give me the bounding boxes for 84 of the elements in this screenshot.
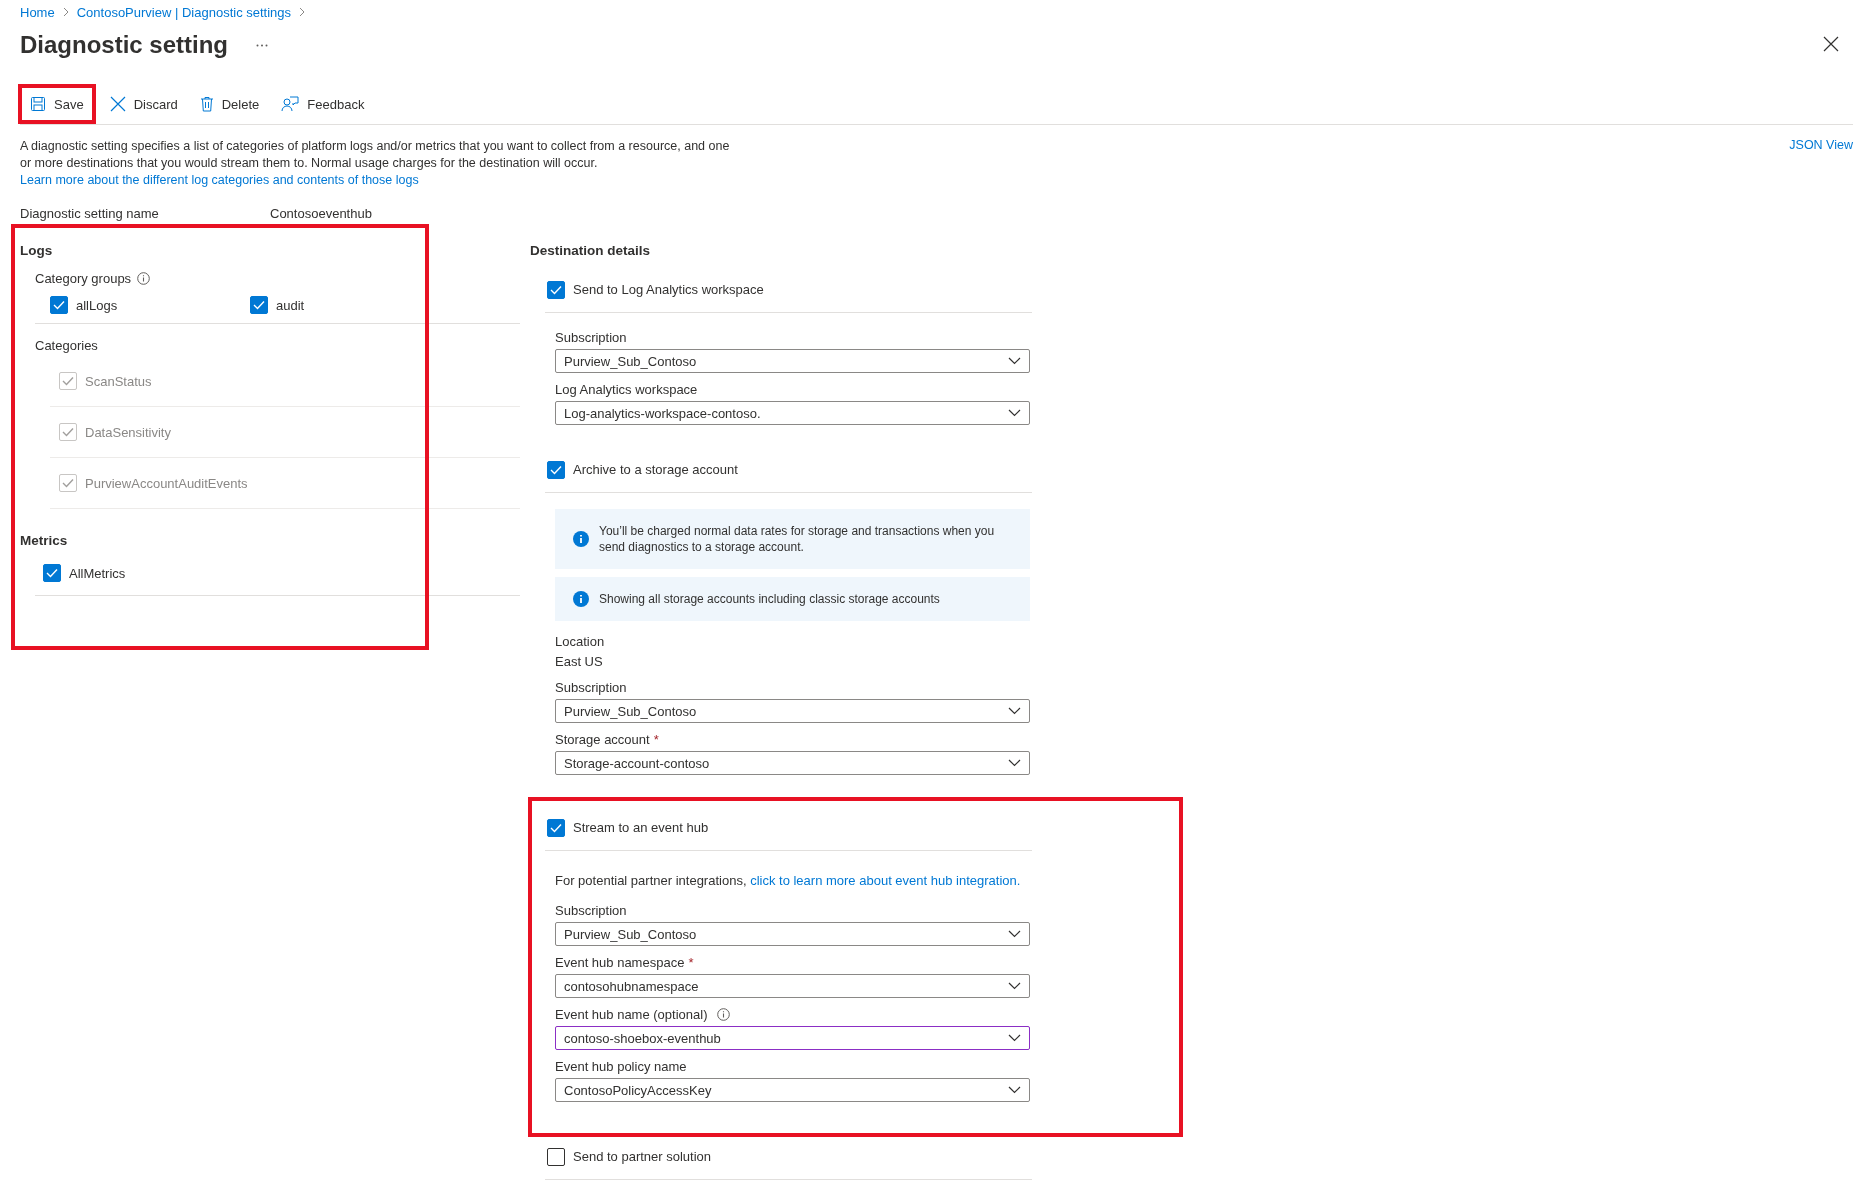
group-label: Categories — [35, 337, 98, 353]
checkbox[interactable] — [547, 1147, 565, 1166]
learn-more-link[interactable]: click to learn more about event hub integration. — [750, 873, 1021, 888]
checkmark-icon — [253, 300, 265, 310]
dropdown[interactable]: Purview_Sub_Contoso — [555, 922, 1030, 946]
feedback-icon — [281, 96, 300, 112]
info-icon — [573, 591, 589, 607]
field-label: Event hub namespace — [555, 954, 685, 970]
field-label: Subscription — [555, 679, 627, 695]
description-text: A diagnostic setting specifies a list of categories of platform logs and/or metrics that you want to collect from a resource, and one or more destinations that you would stream them to. Normal usage charges for the destination will occur. Learn more about the different log categories and contents of those logs — [20, 138, 731, 189]
save-icon — [30, 96, 46, 112]
checkbox-label: AllMetrics — [69, 565, 126, 581]
checkbox-label: Archive to a storage account — [573, 462, 738, 477]
checkmark-icon — [550, 464, 562, 475]
checkbox-label: Stream to an event hub — [573, 820, 709, 835]
field-label: Log Analytics workspace — [555, 381, 698, 397]
group-label: Category groups — [35, 270, 132, 286]
checkbox[interactable] — [547, 818, 565, 837]
checkbox[interactable] — [547, 280, 565, 299]
trash-icon — [199, 96, 214, 112]
page-title: Diagnostic setting — [20, 31, 229, 59]
dropdown[interactable]: contosohubnamespace — [555, 974, 1030, 998]
save-button[interactable]: Save — [18, 84, 96, 124]
checkbox[interactable] — [250, 296, 268, 314]
checkbox[interactable] — [43, 564, 61, 582]
info-icon — [137, 271, 151, 285]
chevron-down-icon — [1008, 1086, 1021, 1094]
field-label: Subscription — [555, 902, 627, 918]
checkmark-icon — [550, 822, 562, 833]
checkbox-label: DataSensitivity — [85, 424, 171, 440]
checkmark-icon — [550, 284, 562, 295]
close-icon — [109, 96, 126, 112]
checkbox-label: PurviewAccountAuditEvents — [85, 475, 248, 491]
chevron-down-icon — [1008, 1034, 1021, 1042]
section-heading: Destination details — [530, 241, 652, 260]
checkbox-label: Send to partner solution — [573, 1149, 712, 1164]
chevron-down-icon — [1008, 759, 1021, 767]
field-value: Contosoeventhub — [270, 205, 372, 221]
field-label: Subscription — [555, 329, 627, 345]
checkmark-icon — [62, 376, 74, 386]
checkbox-label: audit — [276, 297, 305, 313]
required-mark: * — [653, 731, 659, 747]
field-label: Event hub policy name — [555, 1058, 687, 1074]
section-heading: Metrics — [20, 531, 69, 550]
chevron-down-icon — [1008, 357, 1021, 365]
info-icon — [573, 531, 589, 547]
field-label: Diagnostic setting name — [20, 205, 160, 221]
chevron-down-icon — [1008, 707, 1021, 715]
checkbox[interactable] — [547, 460, 565, 479]
breadcrumb-link[interactable]: ContosoPurview | Diagnostic settings — [76, 4, 292, 20]
partner-note: For potential partner integrations, click to learn more about event hub integration. — [555, 873, 1022, 888]
dropdown[interactable]: ContosoPolicyAccessKey — [555, 1078, 1030, 1102]
field-value: East US — [555, 652, 604, 671]
close-button[interactable] — [1823, 36, 1841, 54]
info-text: Showing all storage accounts including classic storage accounts — [599, 591, 940, 607]
dropdown[interactable]: Purview_Sub_Contoso — [555, 349, 1030, 373]
field-label: Location — [555, 632, 606, 651]
more-icon[interactable] — [256, 43, 269, 47]
info-icon — [717, 1007, 731, 1021]
dropdown[interactable]: Storage-account-contoso — [555, 751, 1030, 775]
field-label: Storage account — [555, 731, 650, 747]
json-view-link[interactable]: JSON View — [1789, 138, 1853, 189]
info-text: You’ll be charged normal data rates for storage and transactions when you send diagnostics to a storage account. — [599, 523, 996, 555]
checkmark-icon — [62, 478, 74, 488]
section-heading: Logs — [20, 241, 54, 260]
chevron-right-icon — [299, 7, 306, 17]
checkmark-icon — [53, 300, 65, 310]
required-mark: * — [688, 954, 694, 970]
checkmark-icon — [46, 568, 58, 578]
chevron-down-icon — [1008, 409, 1021, 417]
checkbox[interactable] — [50, 296, 68, 314]
chevron-down-icon — [1008, 930, 1021, 938]
checkbox-label: Send to Log Analytics workspace — [573, 282, 764, 297]
checkbox-label: ScanStatus — [85, 373, 152, 389]
breadcrumb-link[interactable]: Home — [20, 4, 55, 20]
dropdown[interactable]: Log-analytics-workspace-contoso. — [555, 401, 1030, 425]
dropdown[interactable]: Purview_Sub_Contoso — [555, 699, 1030, 723]
chevron-right-icon — [62, 7, 69, 17]
dropdown[interactable]: contoso-shoebox-eventhub — [555, 1026, 1030, 1050]
learn-more-link[interactable]: Learn more about the different log categories and contents of those logs — [20, 173, 419, 187]
field-label: Event hub name (optional) — [555, 1006, 708, 1022]
checkmark-icon — [62, 427, 74, 437]
chevron-down-icon — [1008, 982, 1021, 990]
checkbox-label: allLogs — [76, 297, 118, 313]
